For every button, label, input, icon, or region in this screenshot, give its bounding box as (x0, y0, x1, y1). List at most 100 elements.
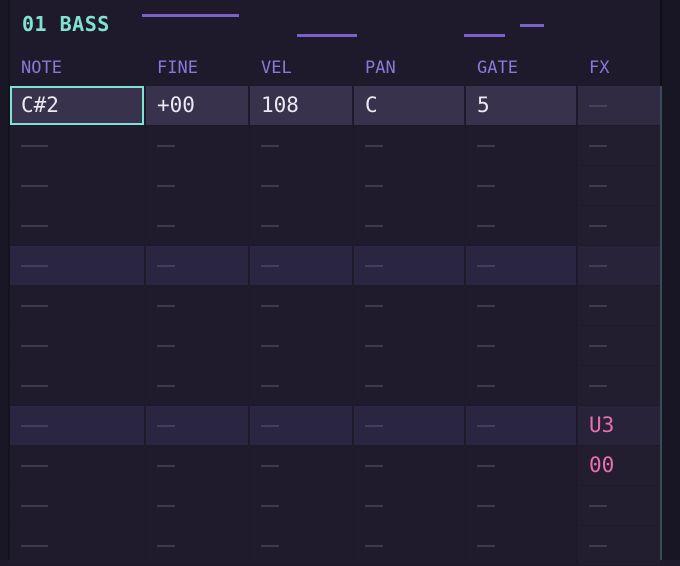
cell-vel[interactable]: —— (250, 246, 352, 285)
cell-fx[interactable]: —— (578, 286, 660, 325)
cell-note[interactable]: ——— (10, 326, 144, 365)
cell-gate[interactable]: 5 (466, 86, 576, 125)
pattern-row: ——— —— —— —— —— —— (10, 246, 660, 286)
cell-fine[interactable]: —— (146, 486, 248, 525)
level-meter-3 (464, 34, 505, 37)
cell-fx[interactable]: —— (578, 166, 660, 205)
cell-note[interactable]: ——— (10, 246, 144, 285)
pattern-row: ——— —— —— —— —— —— (10, 126, 660, 166)
next-track-panel (660, 0, 680, 560)
cell-vel[interactable]: 108 (250, 86, 352, 125)
cell-note[interactable]: ——— (10, 126, 144, 165)
cell-gate[interactable]: —— (466, 126, 576, 165)
cell-vel[interactable]: —— (250, 486, 352, 525)
cell-note[interactable]: ——— (10, 286, 144, 325)
track-title[interactable]: 01 BASS (22, 12, 110, 36)
cell-note[interactable]: ——— (10, 486, 144, 525)
cell-fx[interactable]: —— (578, 526, 660, 565)
cell-note[interactable]: ——— (10, 406, 144, 445)
cell-gate[interactable]: —— (466, 486, 576, 525)
cell-vel[interactable]: —— (250, 286, 352, 325)
cell-pan[interactable]: —— (354, 246, 464, 285)
pattern-row: ——— —— —— —— —— U3 (10, 406, 660, 446)
cell-fx[interactable]: 00 (578, 446, 660, 485)
cell-gate[interactable]: —— (466, 166, 576, 205)
cell-fine[interactable]: —— (146, 326, 248, 365)
cell-vel[interactable]: —— (250, 406, 352, 445)
cell-fx[interactable]: —— (578, 86, 660, 125)
cell-gate[interactable]: —— (466, 366, 576, 405)
cell-vel[interactable]: —— (250, 126, 352, 165)
column-headers: NOTE FINE VEL PAN GATE FX (10, 50, 660, 86)
cell-pan[interactable]: —— (354, 166, 464, 205)
cell-gate[interactable]: —— (466, 406, 576, 445)
cell-pan[interactable]: —— (354, 206, 464, 245)
cell-vel[interactable]: —— (250, 366, 352, 405)
cell-gate[interactable]: —— (466, 206, 576, 245)
pattern-row: ——— —— —— —— —— —— (10, 486, 660, 526)
cell-gate[interactable]: —— (466, 246, 576, 285)
column-header-gate: GATE (477, 58, 518, 78)
pattern-row: ——— —— —— —— —— —— (10, 366, 660, 406)
cell-note[interactable]: ——— (10, 526, 144, 565)
cell-note[interactable]: ——— (10, 206, 144, 245)
cell-pan[interactable]: —— (354, 286, 464, 325)
cell-fx[interactable]: U3 (578, 406, 660, 445)
cell-fine[interactable]: —— (146, 406, 248, 445)
cell-note[interactable]: ——— (10, 166, 144, 205)
level-meter-4 (520, 24, 544, 27)
cell-fx[interactable]: —— (578, 326, 660, 365)
cell-note[interactable]: ——— (10, 366, 144, 405)
pattern-row: C#2 +00 108 C 5 —— (10, 86, 660, 126)
cell-gate[interactable]: —— (466, 446, 576, 485)
cell-pan[interactable]: —— (354, 486, 464, 525)
cell-note[interactable]: C#2 (10, 86, 144, 125)
cell-fine[interactable]: —— (146, 126, 248, 165)
cell-fine[interactable]: —— (146, 526, 248, 565)
cell-vel[interactable]: —— (250, 166, 352, 205)
column-header-fine: FINE (157, 58, 198, 78)
cell-fine[interactable]: —— (146, 246, 248, 285)
pattern-row: ——— —— —— —— —— —— (10, 286, 660, 326)
cell-pan[interactable]: —— (354, 446, 464, 485)
pattern-row: ——— —— —— —— —— 00 (10, 446, 660, 486)
cell-vel[interactable]: —— (250, 206, 352, 245)
cell-pan[interactable]: C (354, 86, 464, 125)
cell-pan[interactable]: —— (354, 406, 464, 445)
track-header: 01 BASS (10, 0, 660, 50)
pattern-row: ——— —— —— —— —— —— (10, 206, 660, 246)
cell-gate[interactable]: —— (466, 326, 576, 365)
track-separator-accent (660, 86, 662, 560)
level-meter-1 (142, 14, 239, 17)
cell-pan[interactable]: —— (354, 526, 464, 565)
column-header-pan: PAN (365, 58, 396, 78)
column-header-fx: FX (589, 58, 610, 78)
cell-fine[interactable]: —— (146, 446, 248, 485)
pattern-row: ——— —— —— —— —— —— (10, 526, 660, 566)
column-header-vel: VEL (261, 58, 292, 78)
cell-fine[interactable]: —— (146, 366, 248, 405)
level-meter-2 (297, 34, 357, 37)
cell-vel[interactable]: —— (250, 326, 352, 365)
left-panel-edge (0, 0, 10, 560)
cell-fx[interactable]: —— (578, 366, 660, 405)
cell-fine[interactable]: —— (146, 286, 248, 325)
cell-fx[interactable]: —— (578, 246, 660, 285)
cell-vel[interactable]: —— (250, 526, 352, 565)
cell-pan[interactable]: —— (354, 326, 464, 365)
cell-fine[interactable]: —— (146, 166, 248, 205)
pattern-row: ——— —— —— —— —— —— (10, 166, 660, 206)
cell-note[interactable]: ——— (10, 446, 144, 485)
cell-vel[interactable]: —— (250, 446, 352, 485)
cell-fx[interactable]: —— (578, 126, 660, 165)
cell-pan[interactable]: —— (354, 126, 464, 165)
pattern-row: ——— —— —— —— —— —— (10, 326, 660, 366)
cell-fx[interactable]: —— (578, 206, 660, 245)
cell-fine[interactable]: —— (146, 206, 248, 245)
cell-gate[interactable]: —— (466, 526, 576, 565)
cell-pan[interactable]: —— (354, 366, 464, 405)
cell-gate[interactable]: —— (466, 286, 576, 325)
cell-fine[interactable]: +00 (146, 86, 248, 125)
cell-fx[interactable]: —— (578, 486, 660, 525)
column-header-note: NOTE (21, 58, 62, 78)
